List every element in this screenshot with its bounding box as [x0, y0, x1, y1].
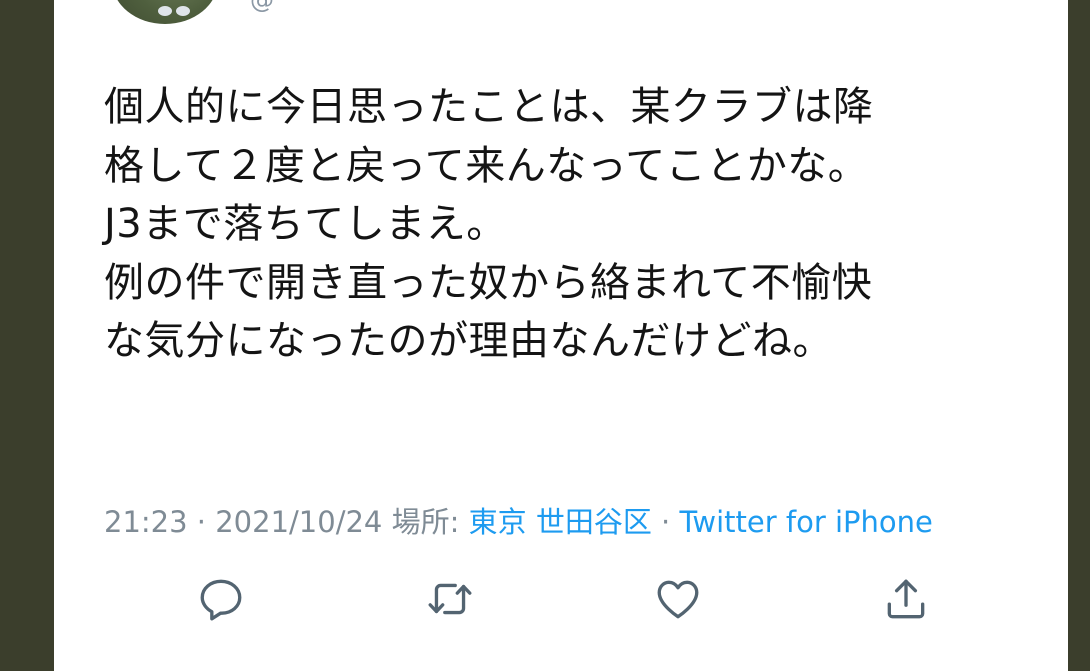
avatar[interactable]: [112, 0, 218, 24]
retweet-icon: [428, 583, 472, 615]
avatar-detail: [158, 6, 172, 16]
like-icon: [657, 580, 699, 619]
like-button[interactable]: [651, 572, 705, 626]
share-icon: [887, 579, 925, 619]
action-bar: [194, 572, 954, 626]
location-link[interactable]: 東京 世田谷区: [469, 505, 652, 539]
tweet-text-line: 個人的に今日思ったことは、某クラブは降: [104, 84, 874, 130]
client-link[interactable]: Twitter for iPhone: [679, 505, 932, 539]
tweet-text: 個人的に今日思ったことは、某クラブは降 格して２度と戻って来んなってことかな。 …: [104, 78, 1044, 371]
user-handle[interactable]: @: [250, 0, 274, 14]
tweet-text-line: 例の件で開き直った奴から絡まれて不愉快: [104, 259, 873, 306]
reply-button[interactable]: [194, 572, 248, 626]
tweet-text-line: J3まで落ちてしまえ。: [104, 201, 507, 247]
share-button[interactable]: [879, 572, 933, 626]
tweet-time[interactable]: 21:23: [104, 505, 188, 539]
meta-separator: ·: [187, 505, 216, 539]
tweet-card: @ 個人的に今日思ったことは、某クラブは降 格して２度と戻って来んなってことかな…: [54, 0, 1068, 671]
retweet-button[interactable]: [423, 572, 477, 626]
meta-separator: ·: [651, 505, 680, 539]
avatar-detail: [176, 6, 190, 16]
tweet-text-line: 格して２度と戻って来んなってことかな。: [104, 142, 869, 189]
reply-icon: [200, 579, 242, 621]
tweet-date[interactable]: 2021/10/24: [215, 505, 382, 539]
tweet-text-line: な気分になったのが理由なんだけどね。: [104, 318, 833, 364]
location-label: 場所:: [382, 505, 469, 539]
tweet-meta: 21:23 · 2021/10/24 場所: 東京 世田谷区 · Twitter…: [104, 499, 933, 541]
